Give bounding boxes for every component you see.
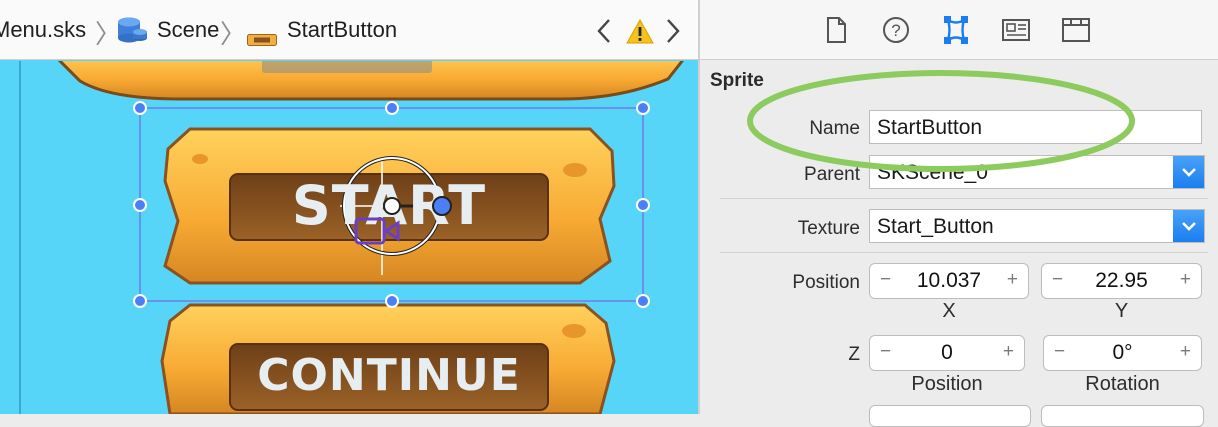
position-x-value[interactable]: 10.037	[896, 269, 1002, 293]
x-caption: X	[942, 300, 956, 322]
texture-value: Start_Button	[877, 215, 994, 238]
rotation-stepper[interactable]: − 0° +	[1043, 335, 1202, 371]
breadcrumb-scene[interactable]: Scene	[157, 17, 219, 43]
rotation-value[interactable]: 0°	[1070, 341, 1175, 365]
resize-handle-top[interactable]	[385, 101, 399, 115]
increment-button[interactable]: +	[1180, 341, 1191, 363]
separator	[720, 198, 1208, 199]
separator	[720, 252, 1208, 253]
position-y-value[interactable]: 22.95	[1068, 269, 1175, 293]
jump-bar: Menu.sks 〉 Scene 〉 StartButton	[0, 0, 698, 60]
library-icon[interactable]	[1060, 14, 1092, 46]
position-x-stepper[interactable]: − 10.037 +	[869, 263, 1029, 299]
next-row-field[interactable]	[869, 405, 1031, 427]
decrement-button[interactable]: −	[1052, 269, 1063, 291]
chevron-right-icon[interactable]	[665, 18, 681, 50]
z-position-stepper[interactable]: − 0 +	[869, 335, 1025, 371]
decrement-button[interactable]: −	[880, 269, 891, 291]
resize-handle-left[interactable]	[133, 198, 147, 212]
decrement-button[interactable]: −	[880, 341, 891, 363]
scene-icon	[116, 16, 148, 46]
resize-handle-bottom-right[interactable]	[636, 294, 650, 308]
z-position-caption: Position	[911, 373, 983, 395]
increment-button[interactable]: +	[1180, 269, 1191, 291]
inspector-tab-bar: ?	[700, 0, 1218, 60]
inspector-pane: ? Sprite Name StartButton Parent SKScene…	[700, 0, 1218, 427]
decrement-button[interactable]: −	[1054, 341, 1065, 363]
increment-button[interactable]: +	[1007, 269, 1018, 291]
scene-editor: Menu.sks 〉 Scene 〉 StartButton CONTINUE	[0, 0, 698, 414]
help-icon[interactable]: ?	[880, 14, 912, 46]
z-position-value[interactable]: 0	[896, 341, 998, 365]
resize-handle-bottom[interactable]	[385, 294, 399, 308]
file-icon[interactable]	[820, 14, 852, 46]
resize-handle-right[interactable]	[636, 198, 650, 212]
chevron-down-icon[interactable]	[1173, 156, 1204, 188]
highlight-ellipse	[747, 70, 1135, 172]
next-row-field[interactable]	[1041, 405, 1204, 427]
resize-handle-bottom-left[interactable]	[133, 294, 147, 308]
sprite-icon	[247, 26, 277, 46]
texture-popup[interactable]: Start_Button	[869, 209, 1205, 243]
camera-icon	[354, 215, 400, 252]
node-inspector-icon[interactable]	[940, 14, 972, 46]
resize-handle-top-left[interactable]	[133, 101, 147, 115]
breadcrumb-node[interactable]: StartButton	[287, 17, 397, 43]
texture-label: Texture	[797, 218, 860, 239]
chevron-left-icon[interactable]	[596, 18, 612, 50]
anchor-point-handle[interactable]	[383, 197, 401, 215]
svg-text:?: ?	[891, 21, 900, 40]
y-caption: Y	[1114, 300, 1129, 322]
rotation-handle[interactable]	[432, 196, 452, 216]
chevron-down-icon[interactable]	[1173, 210, 1204, 242]
z-label: Z	[848, 344, 860, 365]
position-label: Position	[792, 272, 860, 293]
resize-handle-top-right[interactable]	[636, 101, 650, 115]
breadcrumb-chevron-icon: 〉	[220, 19, 247, 49]
continue-label: CONTINUE	[257, 350, 521, 401]
breadcrumb-file[interactable]: Menu.sks	[0, 17, 86, 43]
attributes-icon[interactable]	[1000, 14, 1032, 46]
increment-button[interactable]: +	[1003, 341, 1014, 363]
rotation-caption: Rotation	[1085, 373, 1160, 395]
scene-canvas[interactable]: START CONTINUE	[0, 61, 698, 414]
warning-icon[interactable]	[626, 18, 654, 50]
position-y-stepper[interactable]: − 22.95 +	[1041, 263, 1202, 299]
